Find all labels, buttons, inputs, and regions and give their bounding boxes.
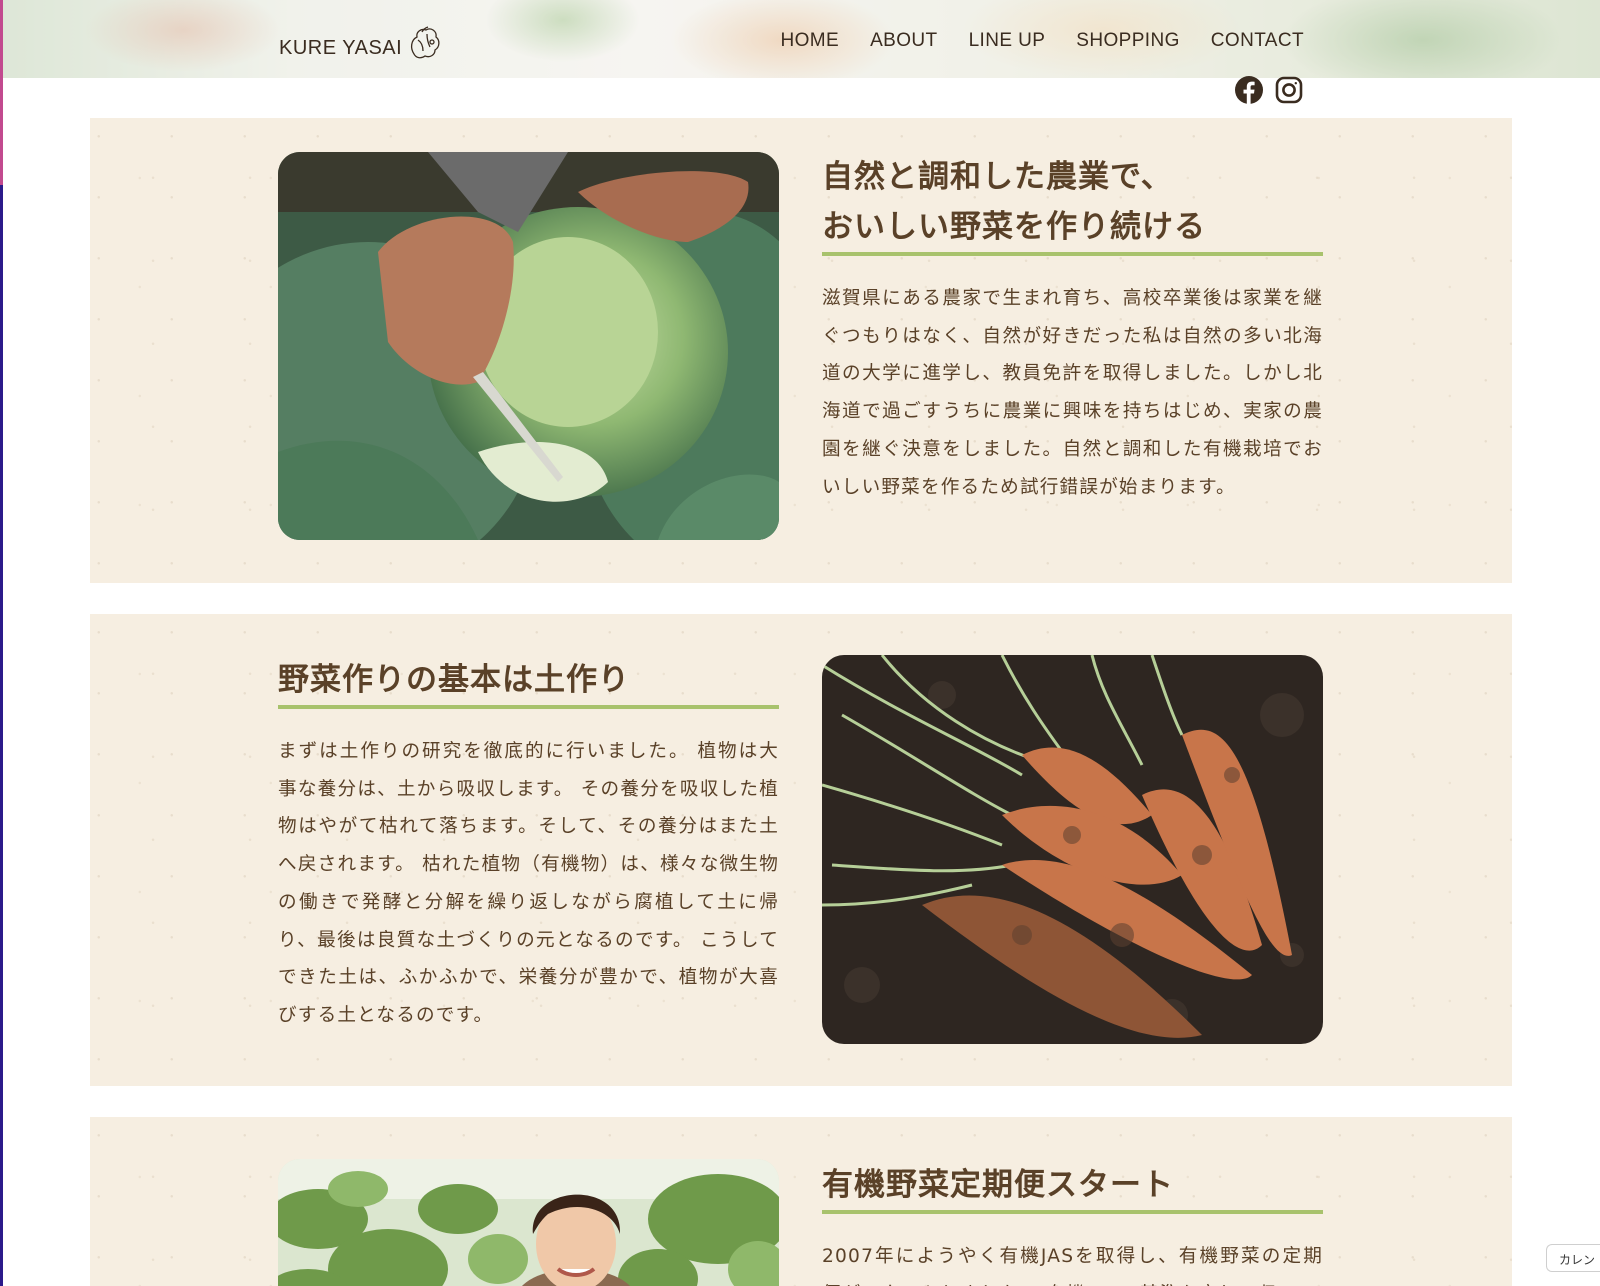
calendar-side-tab[interactable]: カレン <box>1546 1244 1600 1272</box>
soil-body: まずは土作りの研究を徹底的に行いました。 植物は大事な養分は、土から吸収します。… <box>278 741 779 1026</box>
subscription-heading-line-1: 有機野菜定期便スタート <box>822 1167 1174 1203</box>
instagram-icon[interactable] <box>1274 75 1304 105</box>
intro-text-block: 自然と調和した農業で、 おいしい野菜を作り続ける 滋賀県にある農家で生まれ育ち、… <box>822 152 1323 506</box>
soil-text-block: 野菜作りの基本は土作り まずは土作りの研究を徹底的に行いました。 植物は大事な養… <box>278 655 779 1035</box>
site-logo[interactable]: KURE YASAI <box>279 24 442 62</box>
nav-shopping[interactable]: SHOPPING <box>1076 30 1180 52</box>
site-header: KURE YASAI HOME ABOUT LINE UP SHOPPING C… <box>3 0 1600 78</box>
intro-body: 滋賀県にある農家で生まれ育ち、高校卒業後は家業を継ぐつもりはなく、自然が好きだっ… <box>822 288 1323 498</box>
window-left-edge <box>0 0 3 1286</box>
intro-heading: 自然と調和した農業で、 おいしい野菜を作り続ける <box>822 152 1323 256</box>
intro-heading-line-1: 自然と調和した農業で、 <box>822 159 1173 195</box>
main-nav: HOME ABOUT LINE UP SHOPPING CONTACT <box>781 30 1305 52</box>
nav-line-up[interactable]: LINE UP <box>969 30 1046 52</box>
subscription-text-block: 有機野菜定期便スタート 2007年にようやく有機JASを取得し、有機野菜の定期便… <box>822 1160 1323 1286</box>
subscription-body: 2007年にようやく有機JASを取得し、有機野菜の定期便がスタートしました。 有… <box>822 1246 1323 1286</box>
social-links <box>1234 75 1304 105</box>
vegetable-logo-icon <box>406 24 442 62</box>
nav-home[interactable]: HOME <box>781 30 840 52</box>
subscription-heading: 有機野菜定期便スタート <box>822 1160 1323 1214</box>
carrots-photo <box>822 655 1323 1044</box>
nav-contact[interactable]: CONTACT <box>1211 30 1304 52</box>
cabbage-harvest-photo <box>278 152 779 540</box>
facebook-icon[interactable] <box>1234 75 1264 105</box>
intro-heading-line-2: おいしい野菜を作り続ける <box>822 209 1206 245</box>
soil-heading: 野菜作りの基本は土作り <box>278 655 779 709</box>
logo-text: KURE YASAI <box>279 36 403 59</box>
farmer-portrait-photo <box>278 1159 779 1286</box>
soil-heading-line-1: 野菜作りの基本は土作り <box>278 662 630 698</box>
nav-about[interactable]: ABOUT <box>870 30 937 52</box>
